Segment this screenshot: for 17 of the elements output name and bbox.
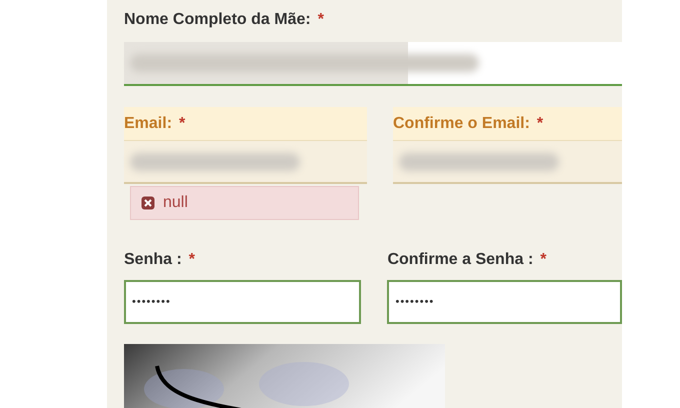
field-label: Nome Completo da Mãe: [124, 10, 311, 30]
field-label: Confirme a Senha : [387, 250, 534, 270]
input-field[interactable] [124, 141, 367, 184]
field-label: Confirme o Email: [393, 114, 530, 134]
input-field[interactable] [124, 42, 622, 86]
field-label: Senha : [124, 250, 182, 270]
required-asterisk: * [536, 114, 544, 134]
input-field[interactable] [393, 141, 622, 184]
field-label: Email: [124, 114, 172, 134]
required-asterisk: * [179, 114, 186, 134]
password-field[interactable]: •••••••• [124, 280, 362, 324]
error-icon [141, 196, 155, 210]
password-field[interactable]: •••••••• [387, 280, 622, 324]
required-asterisk: * [318, 10, 324, 30]
required-asterisk: * [188, 250, 196, 270]
error-text: null [163, 193, 188, 213]
required-asterisk: * [540, 250, 547, 270]
